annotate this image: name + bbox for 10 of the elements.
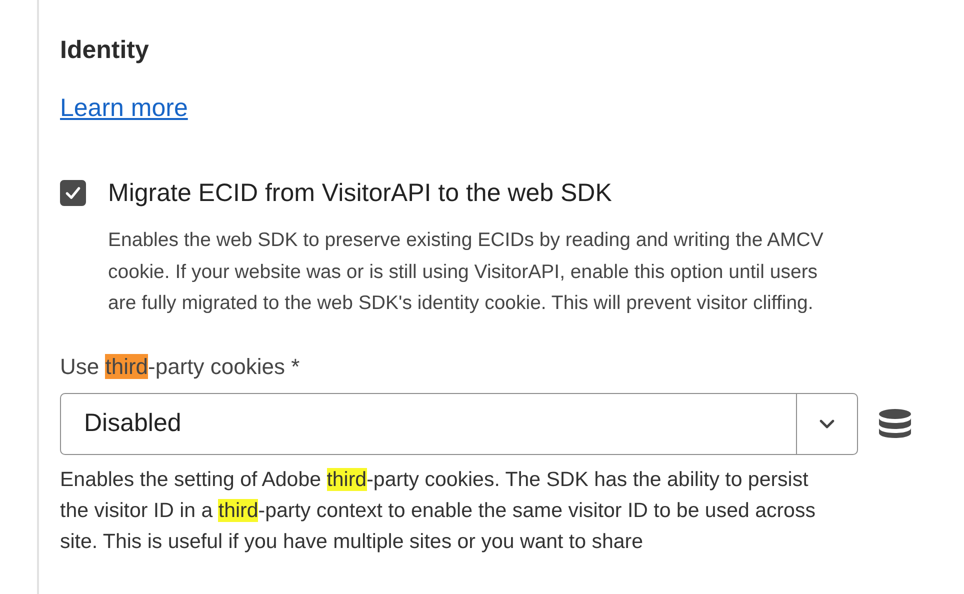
field-description: Enables the setting of Adobe third-party cookies. The SDK has the ability to persist the visitor ID in a third-party context to enable the same visitor ID to be used across site. This is useful if you have multiple sites or you want to share — [60, 466, 816, 554]
database-icon[interactable] — [878, 408, 912, 438]
learn-more-link[interactable]: Learn more — [60, 93, 188, 123]
checkbox-label: Migrate ECID from VisitorAPI to the web SDK — [108, 178, 612, 208]
option-description: Enables the web SDK to preserve existing ECIDs by reading and writing the AMCV cookie. If your website was or is still using VisitorAPI, enable this option until users are fully migrated to the web SDK's identity cookie. This will prevent visitor cliffing. — [108, 228, 824, 316]
chevron-down-icon — [819, 418, 835, 428]
checkbox[interactable] — [60, 180, 86, 206]
cookies-dropdown[interactable]: Disabled — [60, 392, 858, 454]
field-label: Use third-party cookies * — [60, 354, 301, 380]
section-title: Identity — [60, 35, 150, 65]
